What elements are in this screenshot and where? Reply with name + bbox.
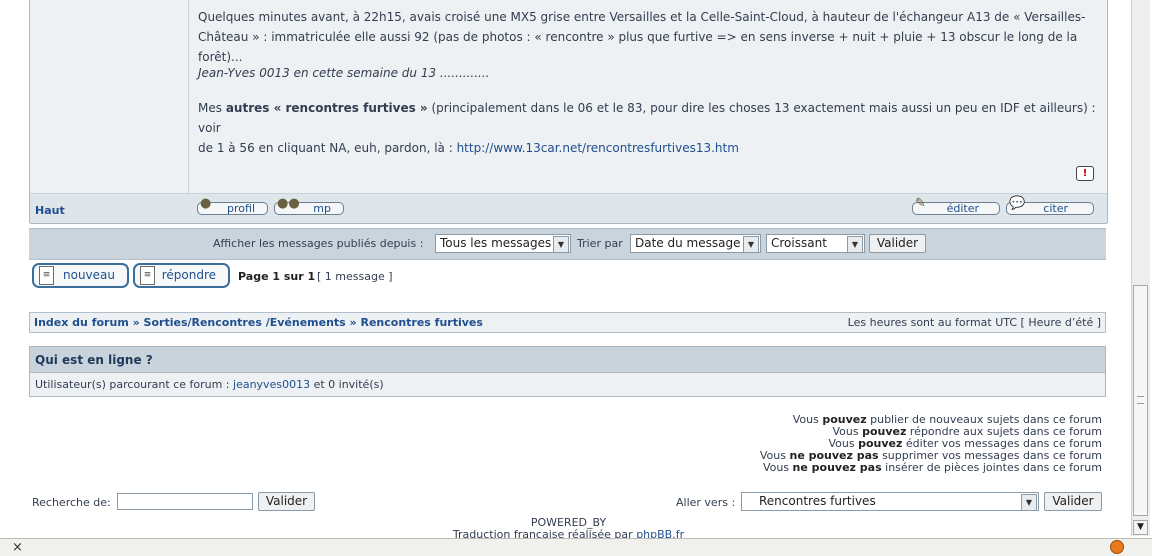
online-header: Qui est en ligne ? <box>29 346 1106 373</box>
post-paragraph-3-line-1: Mes autres « rencontres furtives » (prin… <box>198 98 1098 138</box>
user-icon: ● <box>200 196 212 211</box>
page-info: Page 1 sur 1 <box>238 270 316 283</box>
browser-statusbar: × <box>0 538 1152 556</box>
chevron-down-icon: ▼ <box>1137 522 1144 532</box>
breadcrumb-trail: Index du forum » Sorties/Rencontres /Evé… <box>34 316 483 329</box>
text: Utilisateur(s) parcourant ce forum : <box>35 378 234 391</box>
jump-select[interactable]: Rencontres furtives ▼ <box>741 492 1039 511</box>
scrollbar-thumb[interactable] <box>1133 285 1148 516</box>
quote-icon: 💬 <box>1009 196 1026 211</box>
document-icon: ≡ <box>140 266 155 285</box>
post-footer: Haut ● profil ●● mp ✎ éditer 💬 citer <box>30 193 1107 224</box>
bold-text: ne pouvez pas <box>792 461 882 474</box>
profile-button-label: profil <box>227 202 255 215</box>
breadcrumb-section-link[interactable]: Sorties/Rencontres /Evénements <box>144 316 346 329</box>
edit-button[interactable]: ✎ éditer <box>912 197 1000 215</box>
display-options-bar: Afficher les messages publiés depuis : T… <box>29 228 1106 260</box>
jump-label: Aller vers : <box>676 496 736 509</box>
text: et 0 invité(s) <box>310 378 384 391</box>
jump-submit-button[interactable]: Valider <box>1044 492 1102 511</box>
quote-button[interactable]: 💬 citer <box>1006 197 1094 215</box>
sort-order-select-value: Croissant <box>771 236 827 250</box>
text: Mes <box>198 101 226 115</box>
text: insérer de pièces jointes dans ce forum <box>881 461 1102 474</box>
chevron-down-icon: ▼ <box>847 236 863 253</box>
post-paragraph-1: Quelques minutes avant, à 22h15, avais c… <box>198 7 1098 67</box>
private-message-button-label: mp <box>313 202 331 215</box>
breadcrumb-index-link[interactable]: Index du forum <box>34 316 129 329</box>
reply-button[interactable]: ≡ répondre <box>133 263 230 288</box>
breadcrumb: Index du forum » Sorties/Rencontres /Evé… <box>29 312 1106 333</box>
post-signature-line: Jean-Yves 0013 en cette semaine du 13 ..… <box>198 66 490 80</box>
new-topic-button[interactable]: ≡ nouveau <box>32 263 129 288</box>
breadcrumb-separator: » <box>128 316 144 329</box>
quote-button-label: citer <box>1043 202 1068 215</box>
timezone-info: Les heures sont au format UTC [ Heure d’… <box>847 316 1101 329</box>
text: de 1 à 56 en cliquant NA, euh, pardon, l… <box>198 141 457 155</box>
filter-submit-button[interactable]: Valider <box>869 234 926 253</box>
chevron-down-icon: ▼ <box>1021 494 1037 511</box>
sort-key-select-value: Date du message <box>635 236 741 250</box>
document-icon: ≡ <box>39 266 54 285</box>
edit-button-label: éditer <box>946 202 979 215</box>
private-message-button[interactable]: ●● mp <box>274 197 344 215</box>
search-input[interactable] <box>117 493 253 510</box>
search-submit-button[interactable]: Valider <box>258 492 315 511</box>
new-topic-button-label: nouveau <box>63 268 115 282</box>
permission-line: Vous ne pouvez pas insérer de pièces joi… <box>763 461 1102 474</box>
profile-button[interactable]: ● profil <box>197 197 268 215</box>
chevron-down-icon: ▼ <box>743 236 759 253</box>
online-body: Utilisateur(s) parcourant ce forum : jea… <box>29 373 1106 397</box>
close-icon[interactable]: × <box>12 540 23 555</box>
rencontres-furtives-link[interactable]: http://www.13car.net/rencontresfurtives1… <box>457 141 739 155</box>
grip-icon <box>1137 396 1144 404</box>
afficher-label: Afficher les messages publiés depuis : <box>213 237 424 250</box>
search-label: Recherche de: <box>32 496 111 509</box>
post-paragraph-1-line-2: Château » : immatriculée elle aussi 92 (… <box>198 30 1078 64</box>
chevron-down-icon: ▼ <box>553 236 569 253</box>
breadcrumb-forum-link[interactable]: Rencontres furtives <box>360 316 482 329</box>
period-select-value: Tous les messages <box>440 236 552 250</box>
addon-icon[interactable] <box>1110 540 1124 554</box>
post-author-column <box>30 0 189 193</box>
online-users-text: Utilisateur(s) parcourant ce forum : jea… <box>35 378 384 391</box>
post-paragraph-3: Mes autres « rencontres furtives » (prin… <box>198 98 1098 158</box>
report-post-icon[interactable]: ! <box>1076 166 1094 181</box>
post-container: Quelques minutes avant, à 22h15, avais c… <box>29 0 1108 224</box>
sort-order-select[interactable]: Croissant ▼ <box>766 234 865 253</box>
breadcrumb-separator: » <box>345 316 361 329</box>
reply-button-label: répondre <box>161 268 216 282</box>
text: Vous <box>762 461 793 474</box>
post-paragraph-1-line-1: Quelques minutes avant, à 22h15, avais c… <box>198 10 1086 24</box>
edit-icon: ✎ <box>915 196 926 211</box>
post-body: Quelques minutes avant, à 22h15, avais c… <box>189 0 1107 193</box>
online-title: Qui est en ligne ? <box>35 353 153 367</box>
post-paragraph-3-line-2: de 1 à 56 en cliquant NA, euh, pardon, l… <box>198 138 1098 158</box>
scroll-down-button[interactable]: ▼ <box>1133 520 1148 535</box>
message-count: [ 1 message ] <box>317 270 393 283</box>
trier-label: Trier par <box>577 237 623 250</box>
jump-select-value: Rencontres furtives <box>759 494 876 508</box>
vertical-scrollbar[interactable]: ▼ <box>1131 0 1150 536</box>
back-to-top-link[interactable]: Haut <box>35 204 65 217</box>
users-icon: ●● <box>277 196 300 211</box>
online-user-link[interactable]: jeanyves0013 <box>233 378 310 391</box>
sort-key-select[interactable]: Date du message ▼ <box>630 234 761 253</box>
text: Vous <box>792 413 823 426</box>
bold-text: autres « rencontres furtives » <box>225 101 428 115</box>
period-select[interactable]: Tous les messages ▼ <box>435 234 571 253</box>
